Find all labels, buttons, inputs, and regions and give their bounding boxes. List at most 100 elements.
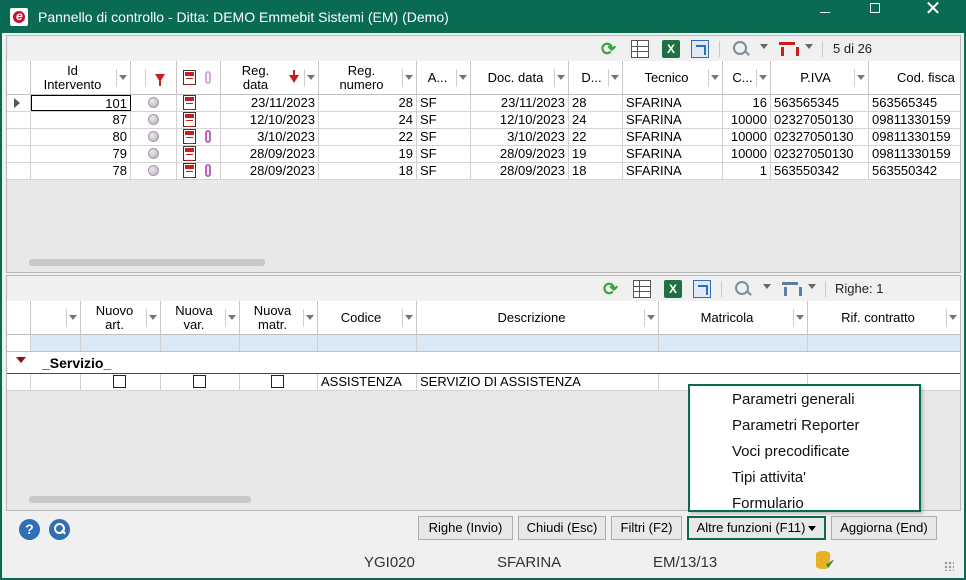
search-dropdown-icon[interactable] <box>763 284 771 289</box>
col-header-matricola[interactable]: Matricola <box>659 301 808 335</box>
col-header-reg-numero[interactable]: Reg. numero <box>319 61 417 95</box>
export-icon[interactable] <box>693 280 711 298</box>
help-icon[interactable]: ? <box>19 519 40 540</box>
col-header-reg-data[interactable]: Reg. data <box>221 61 319 95</box>
export-icon[interactable] <box>691 40 709 58</box>
menu-item-voci-precodificate[interactable]: Voci precodificate <box>690 439 919 465</box>
menu-item-parametri-generali[interactable]: Parametri generali <box>690 387 919 413</box>
filter-cell[interactable] <box>417 335 659 351</box>
column-filter-dropdown-icon[interactable] <box>808 284 816 289</box>
filtri-button[interactable]: Filtri (F2) <box>611 516 682 540</box>
pdf-icon[interactable] <box>183 129 196 144</box>
col-header-nuovo-art[interactable]: Nuovo art. <box>81 301 161 335</box>
nuovo-art-checkbox[interactable] <box>113 375 126 388</box>
chiudi-button[interactable]: Chiudi (Esc) <box>518 516 606 540</box>
id-cell: 79 <box>31 146 131 162</box>
col-header-cod-fiscale[interactable]: Cod. fisca <box>869 61 960 95</box>
horizontal-scrollbar[interactable] <box>29 259 265 266</box>
filter-cell[interactable] <box>659 335 808 351</box>
close-button[interactable]: ✕ <box>910 0 956 32</box>
filter-cell[interactable] <box>318 335 417 351</box>
menu-item-tipi-attivita[interactable]: Tipi attivita' <box>690 465 919 491</box>
filter-active-icon <box>155 74 165 86</box>
search-icon[interactable] <box>734 280 752 298</box>
tecnico-cell: SFARINA <box>623 146 723 162</box>
grid-layout-icon[interactable] <box>633 280 651 298</box>
table-row[interactable]: 87 12/10/2023 24 SF 12/10/2023 24 SFARINA 10000… <box>7 112 960 129</box>
c-cell: 1 <box>723 163 771 179</box>
nuova-matr-checkbox[interactable] <box>271 375 284 388</box>
documents-cell <box>177 129 221 145</box>
database-connected-icon <box>816 551 835 571</box>
d-cell: 19 <box>569 146 623 162</box>
filter-cell[interactable] <box>31 335 81 351</box>
id-cell: 80 <box>31 129 131 145</box>
search-dropdown-icon[interactable] <box>760 44 768 49</box>
attachment-icon[interactable] <box>205 130 211 143</box>
col-header-piva[interactable]: P.IVA <box>771 61 869 95</box>
nuova-var-checkbox[interactable] <box>193 375 206 388</box>
documents-cell <box>177 163 221 179</box>
table-row[interactable]: 78 28/09/2023 18 SF 28/09/2023 18 SFARINA 1 5635… <box>7 163 960 180</box>
excel-icon[interactable]: X <box>664 280 682 298</box>
group-row-servizio[interactable]: _Servizio_ <box>7 352 960 374</box>
app-logo-icon <box>10 8 28 26</box>
pdf-icon[interactable] <box>183 146 196 161</box>
refresh-icon[interactable]: ⟳ <box>601 40 619 58</box>
pdf-icon[interactable] <box>183 95 196 110</box>
col-header-tecnico[interactable]: Tecnico <box>623 61 723 95</box>
doc-data-cell: 23/11/2023 <box>471 95 569 111</box>
status-circle-icon <box>148 148 159 159</box>
filter-row[interactable] <box>7 335 960 352</box>
col-header-descrizione[interactable]: Descrizione <box>417 301 659 335</box>
pdf-icon[interactable] <box>183 112 196 127</box>
horizontal-scrollbar[interactable] <box>29 496 251 503</box>
grid-layout-icon[interactable] <box>631 40 649 58</box>
col-header-doc-data[interactable]: Doc. data <box>471 61 569 95</box>
a-cell: SF <box>417 95 471 111</box>
col-header-docs[interactable] <box>177 61 221 95</box>
righe-button[interactable]: Righe (Invio) <box>418 516 513 540</box>
col-header-nuova-var[interactable]: Nuova var. <box>161 301 240 335</box>
column-filter-icon[interactable] <box>782 280 802 298</box>
table-row[interactable]: 80 3/10/2023 22 SF 3/10/2023 22 SFARINA 10000 02… <box>7 129 960 146</box>
piva-cell: 563565345 <box>771 95 869 111</box>
col-header-a[interactable]: A... <box>417 61 471 95</box>
resize-grip-icon[interactable] <box>944 561 954 571</box>
tecnico-cell: SFARINA <box>623 95 723 111</box>
zoom-search-icon[interactable] <box>49 519 70 540</box>
col-header-codice[interactable]: Codice <box>318 301 417 335</box>
col-header-id-intervento[interactable]: Id Intervento <box>31 61 131 95</box>
a-cell: SF <box>417 129 471 145</box>
maximize-button[interactable] <box>852 2 898 32</box>
col-header-blank[interactable] <box>31 301 81 335</box>
filter-cell[interactable] <box>240 335 318 351</box>
filter-cell[interactable] <box>81 335 161 351</box>
collapse-icon[interactable] <box>16 357 26 363</box>
attachment-icon[interactable] <box>205 164 211 177</box>
toolbar-separator <box>719 41 720 57</box>
excel-icon[interactable]: X <box>662 40 680 58</box>
table-row[interactable]: 79 28/09/2023 19 SF 28/09/2023 19 SFARINA 10000… <box>7 146 960 163</box>
col-header-nuova-matr[interactable]: Nuova matr. <box>240 301 318 335</box>
a-cell: SF <box>417 112 471 128</box>
col-header-rif-contratto[interactable]: Rif. contratto <box>808 301 960 335</box>
aggiorna-button[interactable]: Aggiorna (End) <box>831 516 937 540</box>
attachment-icon <box>205 71 211 84</box>
col-header-d[interactable]: D... <box>569 61 623 95</box>
pdf-icon[interactable] <box>183 163 196 178</box>
title-bar[interactable]: Pannello di controllo - Ditta: DEMO Emme… <box>2 0 964 33</box>
column-filter-icon[interactable] <box>779 40 799 58</box>
search-icon[interactable] <box>732 40 750 58</box>
col-header-status[interactable] <box>131 61 177 95</box>
menu-item-formulario[interactable]: Formulario <box>690 491 919 517</box>
menu-item-parametri-reporter[interactable]: Parametri Reporter <box>690 413 919 439</box>
filter-cell[interactable] <box>161 335 240 351</box>
column-filter-dropdown-icon[interactable] <box>805 44 813 49</box>
refresh-icon[interactable]: ⟳ <box>603 280 621 298</box>
col-header-c[interactable]: C... <box>723 61 771 95</box>
altre-funzioni-button[interactable]: Altre funzioni (F11) <box>687 516 826 540</box>
table-row[interactable]: 101 23/11/2023 28 SF 23/11/2023 28 SFARINA 16 56… <box>7 95 960 112</box>
filter-cell[interactable] <box>808 335 960 351</box>
minimize-button[interactable] <box>802 2 848 32</box>
